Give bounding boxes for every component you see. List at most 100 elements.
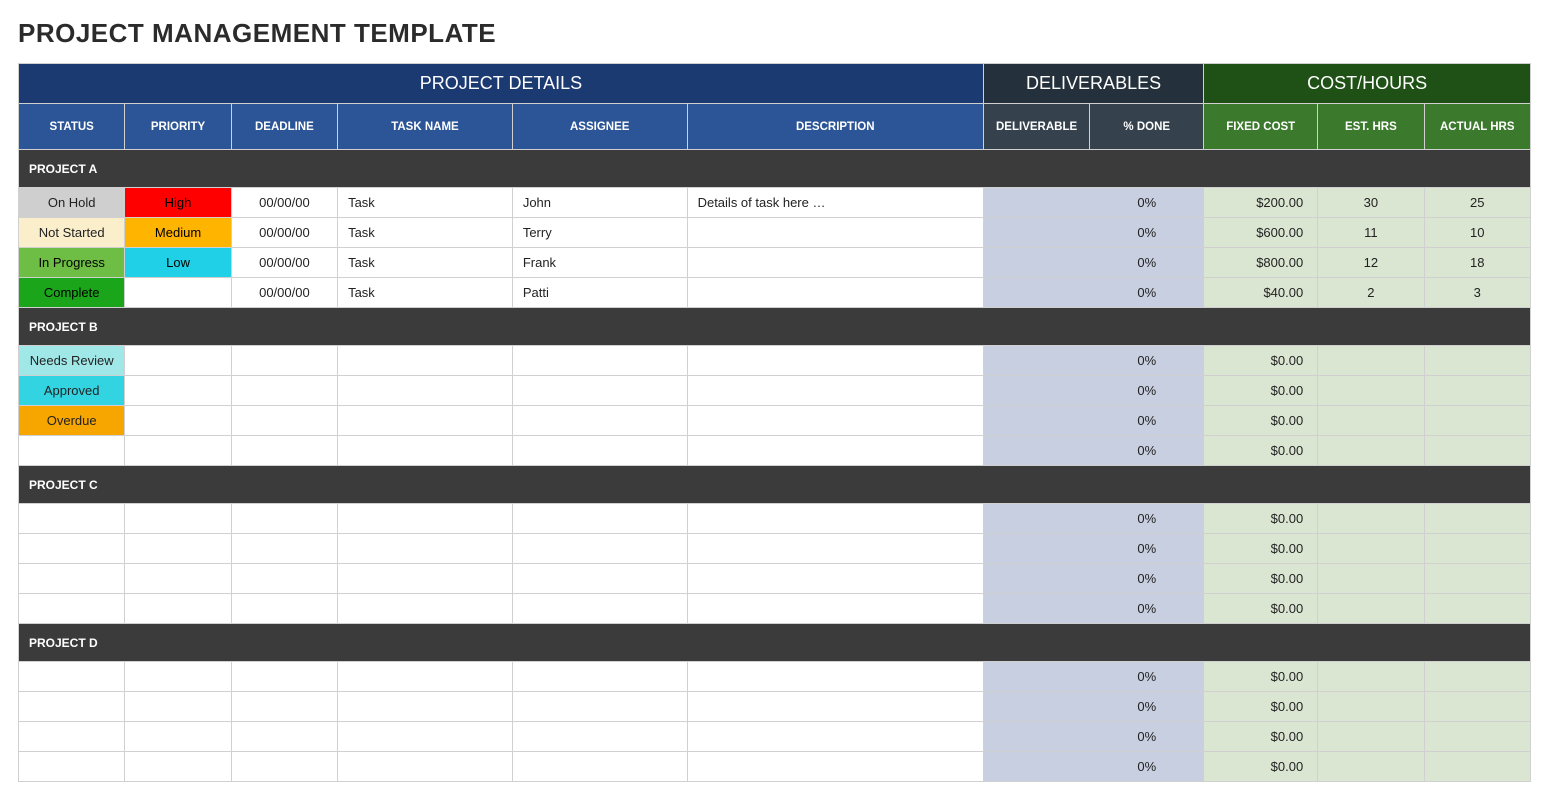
cell-deadline[interactable]: [231, 504, 337, 534]
cell-task[interactable]: [338, 594, 513, 624]
cell-task[interactable]: [338, 406, 513, 436]
cell-est-hrs[interactable]: [1318, 346, 1424, 376]
cell-priority[interactable]: [125, 534, 231, 564]
cell-status[interactable]: In Progress: [19, 248, 125, 278]
cell-status[interactable]: [19, 436, 125, 466]
cell-percent-done[interactable]: 0%: [1090, 376, 1204, 406]
cell-task[interactable]: [338, 692, 513, 722]
cell-priority[interactable]: [125, 662, 231, 692]
cell-actual-hrs[interactable]: [1424, 594, 1530, 624]
cell-priority[interactable]: Medium: [125, 218, 231, 248]
cell-actual-hrs[interactable]: [1424, 504, 1530, 534]
cell-task[interactable]: Task: [338, 218, 513, 248]
cell-est-hrs[interactable]: 30: [1318, 188, 1424, 218]
cell-status[interactable]: Complete: [19, 278, 125, 308]
cell-fixed-cost[interactable]: $600.00: [1204, 218, 1318, 248]
cell-percent-done[interactable]: 0%: [1090, 752, 1204, 782]
cell-assignee[interactable]: [512, 504, 687, 534]
cell-percent-done[interactable]: 0%: [1090, 534, 1204, 564]
cell-actual-hrs[interactable]: [1424, 534, 1530, 564]
cell-task[interactable]: [338, 534, 513, 564]
cell-priority[interactable]: Low: [125, 248, 231, 278]
cell-percent-done[interactable]: 0%: [1090, 722, 1204, 752]
cell-fixed-cost[interactable]: $0.00: [1204, 504, 1318, 534]
cell-deadline[interactable]: [231, 594, 337, 624]
cell-fixed-cost[interactable]: $0.00: [1204, 662, 1318, 692]
cell-status[interactable]: Overdue: [19, 406, 125, 436]
cell-deadline[interactable]: 00/00/00: [231, 278, 337, 308]
cell-task[interactable]: [338, 346, 513, 376]
cell-status[interactable]: [19, 534, 125, 564]
cell-priority[interactable]: [125, 504, 231, 534]
cell-task[interactable]: Task: [338, 248, 513, 278]
cell-priority[interactable]: High: [125, 188, 231, 218]
cell-fixed-cost[interactable]: $800.00: [1204, 248, 1318, 278]
cell-est-hrs[interactable]: [1318, 752, 1424, 782]
cell-fixed-cost[interactable]: $0.00: [1204, 436, 1318, 466]
cell-description[interactable]: [687, 346, 983, 376]
cell-assignee[interactable]: [512, 534, 687, 564]
cell-assignee[interactable]: [512, 594, 687, 624]
cell-actual-hrs[interactable]: 3: [1424, 278, 1530, 308]
cell-priority[interactable]: [125, 406, 231, 436]
cell-deadline[interactable]: [231, 692, 337, 722]
cell-deliverable[interactable]: [983, 346, 1089, 376]
cell-assignee[interactable]: [512, 692, 687, 722]
cell-task[interactable]: [338, 722, 513, 752]
cell-percent-done[interactable]: 0%: [1090, 188, 1204, 218]
cell-task[interactable]: Task: [338, 278, 513, 308]
cell-task[interactable]: [338, 662, 513, 692]
cell-description[interactable]: [687, 534, 983, 564]
cell-percent-done[interactable]: 0%: [1090, 248, 1204, 278]
cell-assignee[interactable]: Terry: [512, 218, 687, 248]
cell-priority[interactable]: [125, 346, 231, 376]
cell-est-hrs[interactable]: 11: [1318, 218, 1424, 248]
cell-est-hrs[interactable]: [1318, 504, 1424, 534]
cell-deadline[interactable]: 00/00/00: [231, 218, 337, 248]
cell-fixed-cost[interactable]: $0.00: [1204, 534, 1318, 564]
cell-fixed-cost[interactable]: $0.00: [1204, 692, 1318, 722]
cell-est-hrs[interactable]: 12: [1318, 248, 1424, 278]
cell-deadline[interactable]: [231, 752, 337, 782]
cell-priority[interactable]: [125, 692, 231, 722]
cell-est-hrs[interactable]: [1318, 436, 1424, 466]
cell-percent-done[interactable]: 0%: [1090, 436, 1204, 466]
cell-actual-hrs[interactable]: [1424, 752, 1530, 782]
cell-actual-hrs[interactable]: [1424, 406, 1530, 436]
cell-deliverable[interactable]: [983, 376, 1089, 406]
cell-status[interactable]: Approved: [19, 376, 125, 406]
cell-status[interactable]: [19, 594, 125, 624]
cell-deliverable[interactable]: [983, 692, 1089, 722]
cell-priority[interactable]: [125, 564, 231, 594]
cell-priority[interactable]: [125, 376, 231, 406]
cell-fixed-cost[interactable]: $0.00: [1204, 406, 1318, 436]
cell-deadline[interactable]: 00/00/00: [231, 188, 337, 218]
cell-assignee[interactable]: [512, 406, 687, 436]
cell-assignee[interactable]: Patti: [512, 278, 687, 308]
cell-description[interactable]: [687, 722, 983, 752]
cell-description[interactable]: [687, 218, 983, 248]
cell-fixed-cost[interactable]: $0.00: [1204, 722, 1318, 752]
cell-deadline[interactable]: [231, 436, 337, 466]
cell-percent-done[interactable]: 0%: [1090, 662, 1204, 692]
cell-percent-done[interactable]: 0%: [1090, 692, 1204, 722]
cell-deliverable[interactable]: [983, 406, 1089, 436]
cell-est-hrs[interactable]: [1318, 376, 1424, 406]
cell-description[interactable]: [687, 662, 983, 692]
cell-actual-hrs[interactable]: [1424, 662, 1530, 692]
cell-assignee[interactable]: [512, 752, 687, 782]
cell-priority[interactable]: [125, 436, 231, 466]
cell-status[interactable]: [19, 564, 125, 594]
cell-description[interactable]: [687, 692, 983, 722]
cell-percent-done[interactable]: 0%: [1090, 346, 1204, 376]
cell-priority[interactable]: [125, 752, 231, 782]
cell-est-hrs[interactable]: [1318, 564, 1424, 594]
cell-description[interactable]: [687, 406, 983, 436]
cell-est-hrs[interactable]: 2: [1318, 278, 1424, 308]
cell-description[interactable]: [687, 752, 983, 782]
cell-deadline[interactable]: [231, 534, 337, 564]
cell-est-hrs[interactable]: [1318, 594, 1424, 624]
cell-percent-done[interactable]: 0%: [1090, 218, 1204, 248]
cell-fixed-cost[interactable]: $0.00: [1204, 346, 1318, 376]
cell-fixed-cost[interactable]: $0.00: [1204, 752, 1318, 782]
